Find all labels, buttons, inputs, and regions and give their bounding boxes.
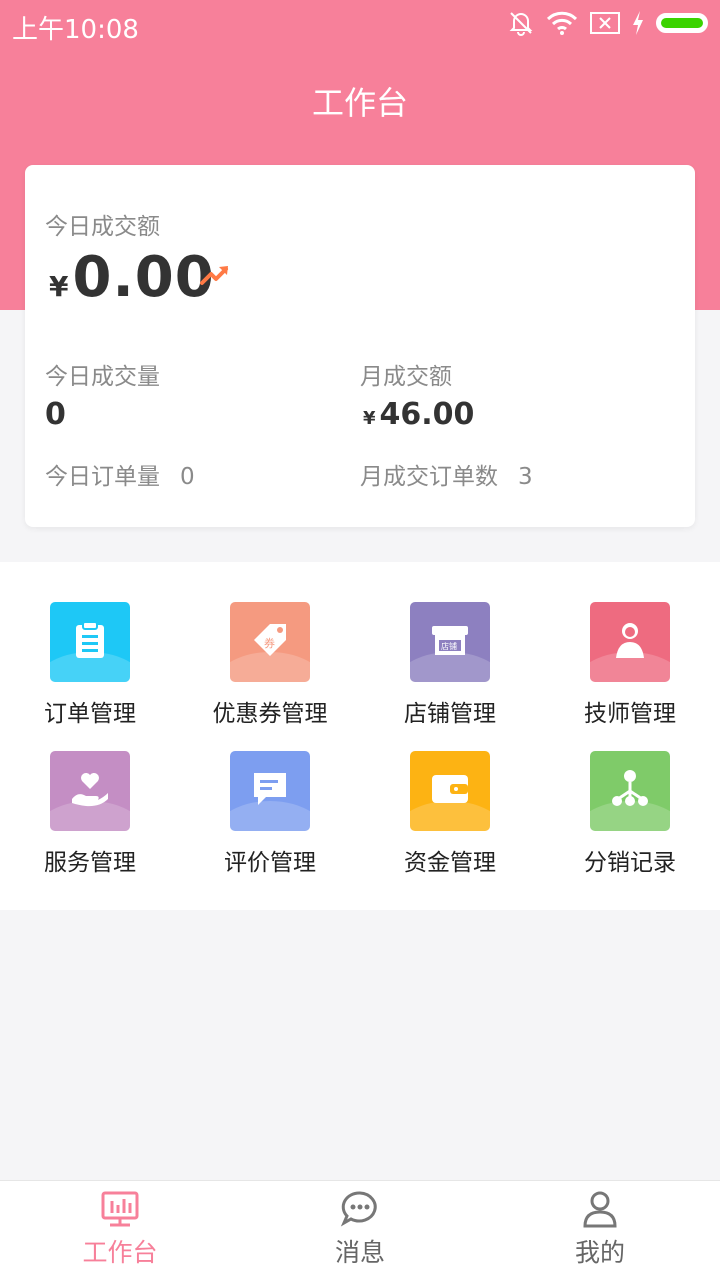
today-orders-row: 今日订单量 0: [45, 457, 195, 491]
month-orders-label: 月成交订单数: [360, 464, 498, 490]
trend-up-icon: [200, 266, 228, 285]
charging-icon: [633, 11, 643, 35]
month-amount-value: 46.00: [379, 397, 475, 432]
page-title: 工作台: [311, 84, 408, 122]
menu-order-management[interactable]: 订单管理: [0, 602, 180, 728]
today-amount-value: 0.00: [72, 245, 215, 310]
battery-icon: [656, 13, 708, 33]
summary-card: 今日成交额 ¥ 0.00 今日成交量 0 月成交额 ¥ 46.00 今日订单量 0…: [25, 165, 695, 527]
currency-symbol: ¥: [49, 270, 69, 303]
svg-text:店铺: 店铺: [441, 641, 457, 651]
menu-label: 服务管理: [44, 850, 136, 876]
message-bubble-icon: [340, 1191, 377, 1227]
status-icons: [508, 10, 708, 36]
wifi-icon: [546, 11, 578, 35]
today-volume-label: 今日成交量: [45, 364, 160, 390]
menu-distribution-records[interactable]: 分销记录: [540, 751, 720, 877]
tab-messages[interactable]: 消息: [240, 1181, 480, 1281]
clipboard-icon: [50, 602, 130, 682]
month-amount: ¥ 46.00: [363, 397, 474, 432]
dashboard-chart-icon: [101, 1191, 139, 1227]
month-orders-value: 3: [518, 464, 533, 490]
bottom-tab-bar: 工作台 消息 我的: [0, 1180, 720, 1281]
today-amount-label: 今日成交额: [45, 214, 160, 240]
today-orders-label: 今日订单量: [45, 464, 160, 490]
menu-label: 资金管理: [404, 850, 496, 876]
technician-icon: [590, 602, 670, 682]
menu-funds-management[interactable]: 资金管理: [360, 751, 540, 877]
tab-label: 我的: [574, 1238, 625, 1267]
currency-symbol: ¥: [363, 408, 376, 429]
month-amount-label: 月成交额: [360, 364, 452, 390]
today-orders-value: 0: [180, 464, 195, 490]
user-profile-icon: [583, 1191, 617, 1228]
menu-label: 订单管理: [44, 701, 136, 727]
tab-label: 消息: [334, 1238, 385, 1267]
status-bar: 上午10:08: [0, 0, 720, 50]
status-time: 上午10:08: [12, 15, 139, 45]
comment-icon: [230, 751, 310, 831]
tab-mine[interactable]: 我的: [480, 1181, 720, 1281]
menu-store-management[interactable]: 店铺 店铺管理: [360, 602, 540, 728]
menu-review-management[interactable]: 评价管理: [180, 751, 360, 877]
menu-label: 技师管理: [584, 701, 676, 727]
menu-label: 评价管理: [224, 850, 316, 876]
menu-coupon-management[interactable]: 券 优惠券管理: [180, 602, 360, 728]
sim-disabled-icon: [590, 12, 620, 34]
menu-label: 店铺管理: [404, 701, 496, 727]
heart-hand-icon: [50, 751, 130, 831]
tab-workbench[interactable]: 工作台: [0, 1181, 240, 1281]
svg-text:券: 券: [264, 636, 275, 650]
today-amount: ¥ 0.00: [49, 245, 215, 310]
tab-label: 工作台: [82, 1238, 158, 1267]
menu-label: 分销记录: [584, 850, 676, 876]
distribution-tree-icon: [590, 751, 670, 831]
store-icon: 店铺: [410, 602, 490, 682]
month-orders-row: 月成交订单数 3: [360, 457, 533, 491]
coupon-tag-icon: 券: [230, 602, 310, 682]
bell-muted-icon: [509, 12, 533, 36]
today-volume-value: 0: [45, 397, 66, 432]
menu-label: 优惠券管理: [212, 701, 328, 727]
function-menu: 订单管理 券 优惠券管理 店铺 店铺管理 技师管理 服务管理 评价管理 资金管理…: [0, 562, 720, 910]
menu-service-management[interactable]: 服务管理: [0, 751, 180, 877]
menu-technician-management[interactable]: 技师管理: [540, 602, 720, 728]
wallet-icon: [410, 751, 490, 831]
